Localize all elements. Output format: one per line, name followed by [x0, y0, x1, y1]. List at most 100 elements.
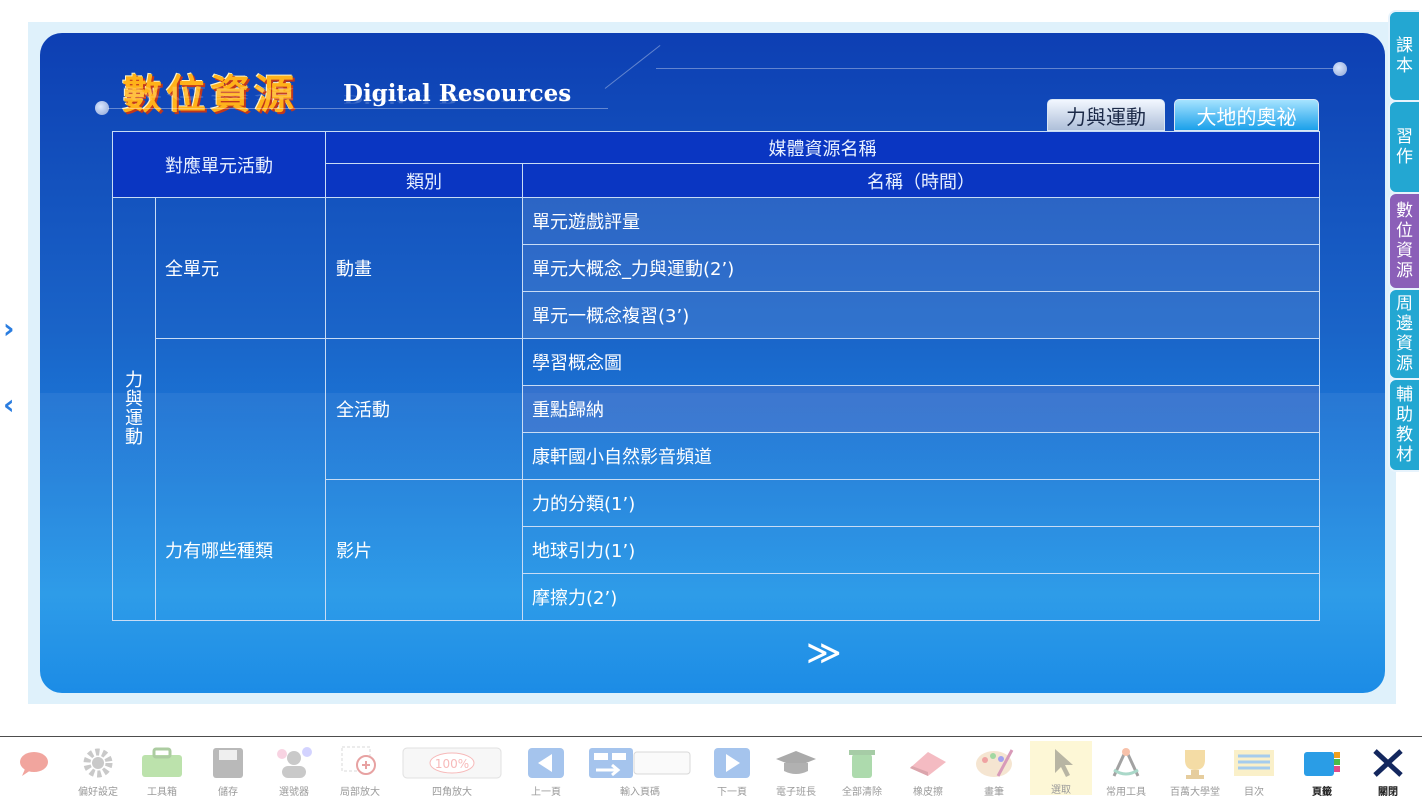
right-tab-char: 數	[1396, 201, 1413, 221]
page-input-button[interactable]: 輸入頁碼	[588, 745, 692, 798]
right-tab-char: 資	[1396, 334, 1413, 354]
zoom-in-icon	[338, 745, 382, 781]
number-picker-button[interactable]: 選號器	[272, 745, 316, 798]
prev-page-button[interactable]: 上一頁	[524, 745, 568, 798]
select-button[interactable]: 選取	[1030, 741, 1092, 796]
decor-dot-right	[1333, 62, 1347, 76]
tabs-icon	[1300, 745, 1344, 781]
graduation-cap-icon	[774, 745, 818, 781]
clear-all-button[interactable]: 全部清除	[840, 745, 884, 798]
eraser-button[interactable]: 橡皮擦	[906, 745, 950, 798]
right-tab-char: 資	[1396, 241, 1413, 261]
eraser-icon	[906, 745, 950, 781]
right-tab-char: 課	[1396, 36, 1413, 56]
gear-icon	[76, 745, 120, 781]
resource-item[interactable]: 摩擦力(2’)	[522, 573, 1320, 621]
right-tab-char: 教	[1396, 425, 1413, 445]
page-title-reflection: 數位資源	[122, 84, 298, 101]
right-tab-label: 課本	[1396, 36, 1413, 76]
svg-text:100%: 100%	[435, 757, 469, 771]
chat-button[interactable]	[12, 745, 56, 783]
resource-item[interactable]: 力的分類(1’)	[522, 479, 1320, 527]
decor-dot-left	[95, 101, 109, 115]
category-cell: 影片	[325, 479, 523, 621]
unit-name-char: 力	[125, 370, 143, 391]
trophy-icon	[1173, 745, 1217, 781]
side-next-arrow[interactable]: ›	[3, 312, 15, 345]
resource-item[interactable]: 康軒國小自然影音頻道	[522, 432, 1320, 480]
page-input-icon	[588, 745, 692, 781]
unit-name-cell: 力與運動	[112, 197, 156, 621]
right-tab-teaching-aids[interactable]: 輔助教材	[1388, 378, 1419, 472]
page-subtitle-reflection: Digital Resources	[343, 92, 572, 107]
save-button[interactable]: 儲存	[206, 745, 250, 798]
resource-item[interactable]: 單元一概念複習(3’)	[522, 291, 1320, 339]
palette-icon	[972, 745, 1016, 781]
next-page-button[interactable]: 下一頁	[710, 745, 754, 798]
toolbox-button[interactable]: 工具箱	[140, 745, 184, 798]
resource-item[interactable]: 單元遊戲評量	[522, 197, 1320, 245]
cursor-icon	[1039, 745, 1083, 779]
prev-page-icon	[524, 745, 568, 781]
close-icon	[1366, 745, 1410, 781]
resource-table: 對應單元活動 媒體資源名稱 類別 名稱（時間） 力與運動 全單元 動畫 單元遊戲…	[112, 131, 1320, 621]
right-tab-peripheral-resources[interactable]: 周邊資源	[1388, 288, 1419, 380]
header-category: 類別	[325, 163, 523, 198]
header-media-name: 媒體資源名稱	[325, 131, 1320, 164]
right-tab-char: 作	[1396, 147, 1413, 167]
side-prev-arrow[interactable]: ‹	[3, 388, 15, 421]
next-page-arrow[interactable]: ≫	[806, 636, 842, 670]
right-tab-char: 邊	[1396, 314, 1413, 334]
million-school-button[interactable]: 百萬大學堂	[1170, 745, 1220, 798]
resource-item[interactable]: 重點歸納	[522, 385, 1320, 433]
right-tab-char: 源	[1396, 354, 1413, 374]
trash-icon	[840, 745, 884, 781]
right-tab-char: 周	[1396, 294, 1413, 314]
table-row: 力與運動 全單元 動畫 單元遊戲評量	[112, 197, 1320, 621]
right-tab-label: 習作	[1396, 127, 1413, 167]
right-tab-char: 助	[1396, 405, 1413, 425]
common-tools-button[interactable]: 常用工具	[1104, 745, 1148, 798]
save-icon	[206, 745, 250, 781]
resource-item[interactable]: 地球引力(1’)	[522, 526, 1320, 574]
right-tab-char: 本	[1396, 56, 1413, 76]
close-button[interactable]: 關閉	[1366, 745, 1410, 798]
header-unit-activity: 對應單元活動	[112, 131, 326, 198]
unit-name-text: 力與運動	[113, 371, 155, 447]
class-monitor-button[interactable]: 電子班長	[774, 745, 818, 798]
unit-name-char: 運	[125, 408, 143, 429]
contents-button[interactable]: 目次	[1232, 745, 1276, 798]
tab-earth-mystery[interactable]: 大地的奧祕	[1174, 99, 1319, 131]
header-name-time: 名稱（時間）	[522, 163, 1320, 198]
right-tab-textbook[interactable]: 課本	[1388, 10, 1419, 102]
right-tab-digital-resources[interactable]: 數位資源	[1388, 192, 1419, 290]
corner-zoom-button[interactable]: 100% 四角放大	[402, 745, 502, 798]
preferences-button[interactable]: 偏好設定	[76, 745, 120, 798]
category-cell: 全活動	[325, 338, 523, 480]
local-zoom-button[interactable]: 局部放大	[338, 745, 382, 798]
tabs-button[interactable]: 頁籤	[1300, 745, 1344, 798]
decor-line-left	[108, 108, 608, 109]
compass-icon	[1104, 745, 1148, 781]
right-tab-label: 輔助教材	[1396, 385, 1413, 465]
right-tab-label: 數位資源	[1396, 201, 1413, 281]
right-tab-workbook[interactable]: 習作	[1388, 100, 1419, 194]
right-tab-label: 周邊資源	[1396, 294, 1413, 374]
category-cell: 動畫	[325, 197, 523, 339]
resource-item[interactable]: 單元大概念_力與運動(2’)	[522, 244, 1320, 292]
activity-cell: 力有哪些種類	[155, 338, 326, 621]
unit-name-char: 與	[125, 389, 143, 410]
resource-item[interactable]: 學習概念圖	[522, 338, 1320, 386]
next-page-icon	[710, 745, 754, 781]
decor-line-right	[656, 68, 1336, 69]
unit-name-char: 動	[125, 427, 143, 448]
pen-button[interactable]: 畫筆	[972, 745, 1016, 798]
activity-cell: 全單元	[155, 197, 326, 339]
right-tab-char: 習	[1396, 127, 1413, 147]
right-tab-char: 源	[1396, 261, 1413, 281]
number-picker-icon	[272, 745, 316, 781]
right-tab-char: 位	[1396, 221, 1413, 241]
table-row: 力有哪些種類 全活動 學習概念圖	[113, 338, 1320, 621]
zoom-100-icon: 100%	[402, 745, 502, 781]
tab-force-and-motion[interactable]: 力與運動	[1047, 99, 1165, 131]
